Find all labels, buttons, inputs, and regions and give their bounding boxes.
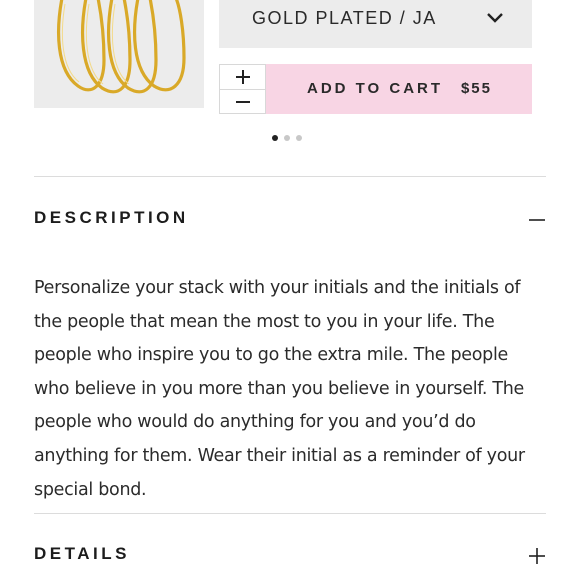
plus-icon	[235, 70, 250, 84]
carousel-dot-1[interactable]	[272, 135, 278, 141]
product-price: $55	[460, 80, 492, 97]
variant-selected-value: GOLD PLATED / JA	[252, 8, 437, 28]
description-title: DESCRIPTION	[34, 208, 189, 227]
chevron-down-icon	[487, 13, 503, 23]
quantity-stepper[interactable]	[219, 64, 266, 114]
add-to-cart-label: ADD TO CART	[307, 80, 444, 97]
carousel-dot-3[interactable]	[296, 135, 302, 141]
quantity-decrease-button[interactable]	[220, 89, 265, 114]
divider	[34, 513, 546, 514]
quantity-increase-button[interactable]	[220, 65, 265, 89]
carousel-dot-2[interactable]	[284, 135, 290, 141]
description-section-header[interactable]: DESCRIPTION	[34, 205, 546, 235]
divider	[34, 176, 546, 177]
product-image[interactable]	[34, 0, 204, 108]
minus-icon[interactable]	[528, 211, 546, 229]
description-body: Personalize your stack with your initial…	[34, 278, 525, 500]
details-section-header[interactable]: DETAILS	[34, 541, 546, 571]
gold-rings-image	[57, 0, 186, 94]
minus-icon	[235, 101, 250, 103]
variant-select[interactable]: GOLD PLATED / JA	[219, 0, 532, 48]
plus-icon[interactable]	[528, 547, 546, 565]
add-to-cart-button[interactable]: ADD TO CART $55	[266, 64, 532, 114]
carousel-dots	[272, 135, 302, 141]
details-title: DETAILS	[34, 544, 130, 563]
